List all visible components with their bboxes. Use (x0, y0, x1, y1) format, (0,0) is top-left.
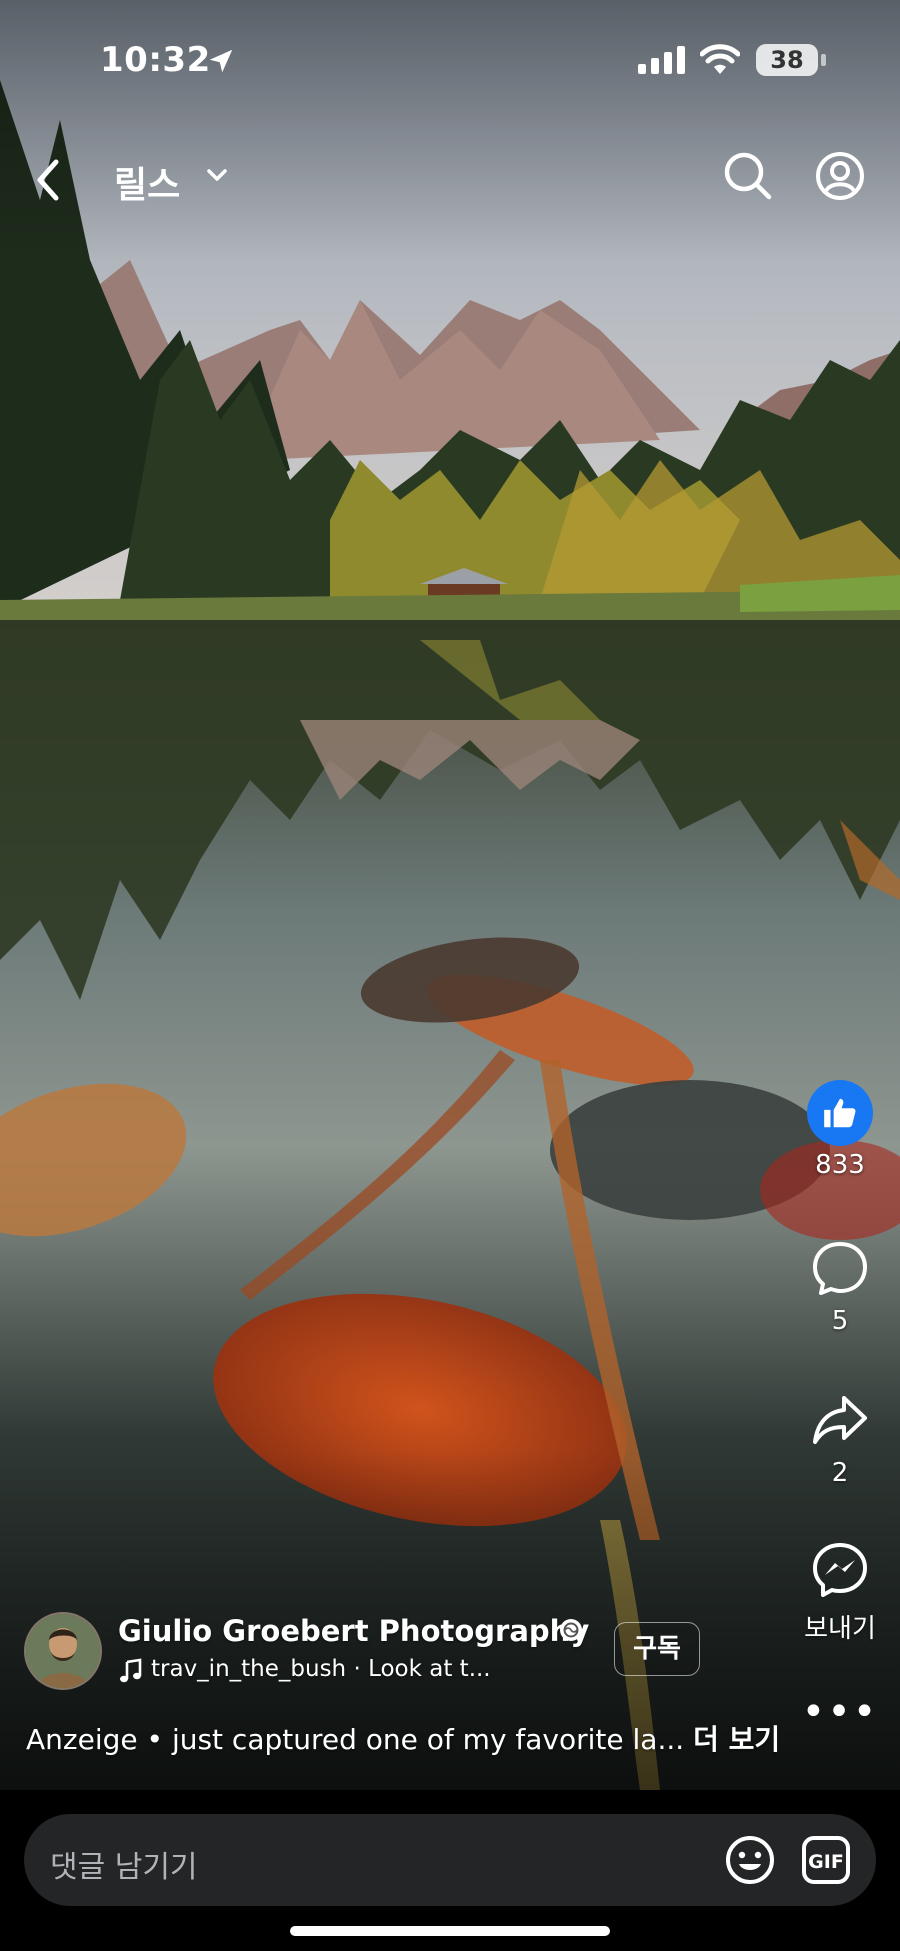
search-icon[interactable] (722, 150, 774, 202)
share-count: 2 (831, 1458, 849, 1488)
see-more-link[interactable]: 더 보기 (693, 1723, 780, 1756)
like-count: 833 (815, 1150, 865, 1180)
comment-bar: 댓글 남기기 GIF (0, 1790, 900, 1951)
send-label: 보내기 (804, 1614, 876, 1644)
location-arrow-icon (209, 49, 233, 73)
avatar-image (26, 1614, 100, 1688)
battery-indicator: 38 (756, 44, 818, 76)
caption-separator: • (146, 1723, 172, 1756)
reels-title[interactable]: 릴스 (114, 156, 180, 208)
subscribe-button[interactable]: 구독 (614, 1622, 700, 1676)
comment-placeholder: 댓글 남기기 (50, 1850, 198, 1885)
thumbs-up-icon (824, 1098, 856, 1128)
status-time: 10:32 (100, 40, 211, 80)
send-button[interactable]: 보내기 (780, 1540, 900, 1645)
avatar[interactable] (24, 1612, 102, 1690)
comment-icon (813, 1242, 867, 1295)
signal-icon (638, 46, 685, 74)
caption-text: just captured one of my favorite la... (171, 1723, 685, 1756)
caption[interactable]: Anzeige • just captured one of my favori… (26, 1718, 780, 1758)
messenger-icon (813, 1543, 867, 1597)
comment-count: 5 (831, 1306, 849, 1336)
back-icon[interactable] (34, 158, 62, 202)
author-name[interactable]: Giulio Groebert Photography (118, 1614, 589, 1648)
like-button[interactable]: 833 (780, 1080, 900, 1180)
reel-video[interactable] (0, 0, 900, 1790)
profile-icon[interactable] (814, 150, 866, 202)
landscape-image (0, 0, 900, 1790)
top-nav: 릴스 (0, 140, 900, 220)
home-indicator (290, 1926, 610, 1936)
gif-icon[interactable]: GIF (800, 1834, 852, 1886)
more-icon[interactable]: ••• (780, 1692, 900, 1732)
share-icon (813, 1396, 867, 1444)
verified-icon (560, 1619, 582, 1641)
music-note-icon (120, 1658, 142, 1683)
share-button[interactable]: 2 (780, 1390, 900, 1488)
emoji-icon[interactable] (724, 1834, 776, 1886)
status-bar: 10:32 38 (0, 0, 900, 110)
battery-cap (821, 54, 826, 66)
comment-input[interactable]: 댓글 남기기 GIF (24, 1814, 876, 1906)
comment-button[interactable]: 5 (780, 1238, 900, 1336)
like-circle[interactable] (807, 1080, 873, 1146)
sponsored-label: Anzeige (26, 1723, 138, 1756)
chevron-down-icon[interactable] (206, 168, 228, 184)
music-track[interactable]: trav_in_the_bush · Look at t... (151, 1656, 491, 1682)
wifi-icon (700, 44, 740, 74)
svg-text:GIF: GIF (808, 1851, 844, 1873)
